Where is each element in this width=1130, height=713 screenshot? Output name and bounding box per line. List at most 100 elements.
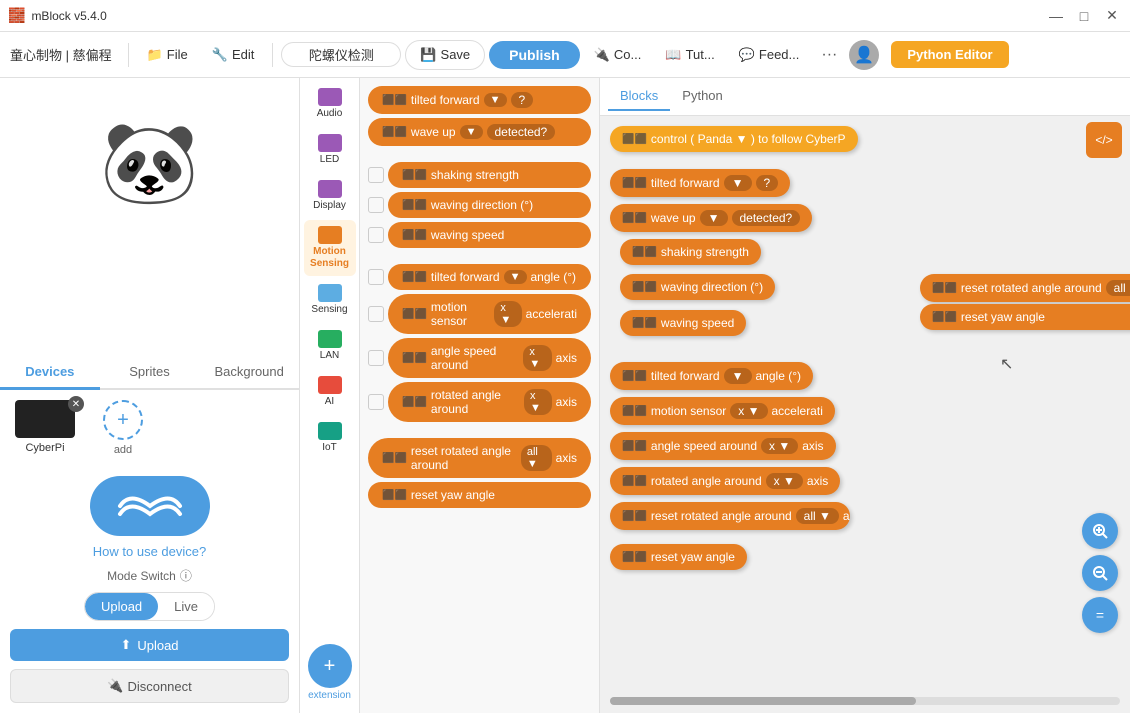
canvas-block-tilted-forward-angle[interactable]: ⬛⬛ tilted forward ▼ angle (°): [610, 362, 813, 390]
close-button[interactable]: ✕: [1102, 6, 1122, 26]
code-expand-button[interactable]: </>: [1086, 122, 1122, 158]
canvas-tab-blocks[interactable]: Blocks: [608, 82, 670, 111]
publish-button[interactable]: Publish: [489, 41, 580, 69]
tilted-forward-angle-canvas-block[interactable]: ⬛⬛ tilted forward ▼ angle (°): [610, 362, 813, 390]
block-item-tilted-forward[interactable]: ⬛⬛ tilted forward ▼ ?: [368, 86, 591, 114]
reset-rotated-block[interactable]: ⬛⬛ reset rotated angle around all ▼ axis: [368, 438, 591, 478]
canvas-block-rotated-angle[interactable]: ⬛⬛ rotated angle around x ▼ axis: [610, 467, 840, 495]
tilted-forward-dd[interactable]: ▼: [724, 175, 752, 191]
waving-speed-block[interactable]: ⬛⬛ waving speed: [388, 222, 591, 248]
block-item-shaking-strength[interactable]: ⬛⬛ shaking strength: [368, 162, 591, 188]
canvas-block-waving-direction[interactable]: ⬛⬛ waving direction (°): [620, 274, 775, 300]
maximize-button[interactable]: □: [1074, 6, 1094, 26]
tilted-forward-canvas-block[interactable]: ⬛⬛ tilted forward ▼ ?: [610, 169, 790, 197]
block-cat-sensing[interactable]: Sensing: [304, 278, 356, 322]
zoom-in-button[interactable]: [1082, 513, 1118, 549]
waving-direction-checkbox[interactable]: [368, 197, 384, 213]
block-item-motion-sensor[interactable]: ⬛⬛ motion sensor x ▼ accelerati: [368, 294, 591, 334]
rotated-angle-checkbox[interactable]: [368, 394, 384, 410]
tab-devices[interactable]: Devices: [0, 356, 100, 390]
how-to-use-link[interactable]: How to use device?: [93, 544, 206, 559]
block-item-reset-yaw[interactable]: ⬛⬛ reset yaw angle: [368, 482, 591, 508]
canvas-block-motion-sensor[interactable]: ⬛⬛ motion sensor x ▼ accelerati: [610, 397, 835, 425]
canvas-block-angle-speed[interactable]: ⬛⬛ angle speed around x ▼ axis: [610, 432, 836, 460]
rotated-angle-canvas-block[interactable]: ⬛⬛ rotated angle around x ▼ axis: [610, 467, 840, 495]
device-close-button[interactable]: ✕: [68, 396, 84, 412]
wave-up-dropdown[interactable]: ▼: [460, 125, 483, 139]
wave-up-dd[interactable]: ▼: [700, 210, 728, 226]
extension-button[interactable]: +: [308, 644, 352, 688]
block-cat-iot[interactable]: IoT: [304, 416, 356, 460]
connect-button[interactable]: 🔌 Co...: [584, 41, 652, 69]
block-item-waving-speed[interactable]: ⬛⬛ waving speed: [368, 222, 591, 248]
file-menu[interactable]: 📁 File: [137, 41, 198, 69]
reset-yaw-list-block[interactable]: ⬛⬛ reset yaw angle: [610, 544, 747, 570]
tilted-forward-angle-dropdown[interactable]: ▼: [504, 270, 527, 284]
canvas-scrollbar-thumb[interactable]: [610, 697, 916, 705]
block-item-waving-direction[interactable]: ⬛⬛ waving direction (°): [368, 192, 591, 218]
tutorial-button[interactable]: 📖 Tut...: [655, 41, 724, 69]
block-item-angle-speed[interactable]: ⬛⬛ angle speed around x ▼ axis: [368, 338, 591, 378]
wave-up-canvas-block[interactable]: ⬛⬛ wave up ▼ detected?: [610, 204, 812, 232]
reset-rotated-dropdown[interactable]: all ▼: [521, 445, 552, 471]
motion-sensor-dd-canvas[interactable]: x ▼: [730, 403, 767, 419]
zoom-reset-button[interactable]: =: [1082, 597, 1118, 633]
canvas-block-reset-rotated-list[interactable]: ⬛⬛ reset rotated angle around all ▼ a: [610, 502, 850, 530]
tilted-forward-dropdown[interactable]: ▼: [484, 93, 507, 107]
rotated-angle-block[interactable]: ⬛⬛ rotated angle around x ▼ axis: [388, 382, 591, 422]
reset-rotated-dd-list[interactable]: all ▼: [796, 508, 839, 524]
wave-up-block[interactable]: ⬛⬛ wave up ▼ detected?: [368, 118, 591, 146]
zoom-out-button[interactable]: [1082, 555, 1118, 591]
edit-menu[interactable]: 🔧 Edit: [202, 41, 265, 69]
motion-sensor-checkbox[interactable]: [368, 306, 384, 322]
block-cat-ai[interactable]: AI: [304, 370, 356, 414]
disconnect-button[interactable]: 🔌 Disconnect: [10, 669, 289, 703]
minimize-button[interactable]: —: [1046, 6, 1066, 26]
block-cat-display[interactable]: Display: [304, 174, 356, 218]
upload-action-button[interactable]: ⬆ Upload: [10, 629, 289, 661]
motion-sensor-canvas-block[interactable]: ⬛⬛ motion sensor x ▼ accelerati: [610, 397, 835, 425]
canvas-scrollbar[interactable]: [610, 697, 1120, 705]
reset-yaw-block[interactable]: ⬛⬛ reset yaw angle: [368, 482, 591, 508]
upload-mode-button[interactable]: Upload: [85, 593, 158, 620]
reset-rotated-list-block[interactable]: ⬛⬛ reset rotated angle around all ▼ a: [610, 502, 850, 530]
shaking-strength-canvas-block[interactable]: ⬛⬛ shaking strength: [620, 239, 761, 265]
block-cat-motion[interactable]: Motion Sensing: [304, 220, 356, 276]
angle-speed-checkbox[interactable]: [368, 350, 384, 366]
rotated-angle-dd-canvas[interactable]: x ▼: [766, 473, 803, 489]
save-button[interactable]: 💾 Save: [405, 40, 485, 70]
user-avatar[interactable]: 👤: [849, 40, 879, 70]
waving-speed-canvas-block[interactable]: ⬛⬛ waving speed: [620, 310, 746, 336]
waving-direction-canvas-block[interactable]: ⬛⬛ waving direction (°): [620, 274, 775, 300]
canvas-tab-python[interactable]: Python: [670, 82, 734, 111]
cyberpi-device-card[interactable]: ✕ CyberPi: [10, 400, 80, 456]
live-mode-button[interactable]: Live: [158, 593, 214, 620]
block-item-tilted-forward-angle[interactable]: ⬛⬛ tilted forward ▼ angle (°): [368, 264, 591, 290]
canvas-block-waving-speed[interactable]: ⬛⬛ waving speed: [620, 310, 746, 336]
tab-sprites[interactable]: Sprites: [100, 356, 200, 390]
canvas-block-wave-up[interactable]: ⬛⬛ wave up ▼ detected?: [610, 204, 812, 232]
block-item-reset-rotated[interactable]: ⬛⬛ reset rotated angle around all ▼ axis: [368, 438, 591, 478]
shaking-strength-block[interactable]: ⬛⬛ shaking strength: [388, 162, 591, 188]
tab-background[interactable]: Background: [199, 356, 299, 390]
angle-speed-dd-canvas[interactable]: x ▼: [761, 438, 798, 454]
waving-direction-block[interactable]: ⬛⬛ waving direction (°): [388, 192, 591, 218]
canvas-block-shaking-strength[interactable]: ⬛⬛ shaking strength: [620, 239, 761, 265]
waving-speed-checkbox[interactable]: [368, 227, 384, 243]
canvas-control-block[interactable]: ⬛⬛ control ( Panda ▼ ) to follow CyberP: [610, 126, 858, 152]
add-device-button[interactable]: +: [103, 400, 143, 440]
block-cat-lan[interactable]: LAN: [304, 324, 356, 368]
block-item-rotated-angle[interactable]: ⬛⬛ rotated angle around x ▼ axis: [368, 382, 591, 422]
project-name-input[interactable]: [281, 42, 401, 67]
more-button[interactable]: ···: [813, 40, 845, 70]
block-cat-led[interactable]: LED: [304, 128, 356, 172]
block-cat-audio[interactable]: Audio: [304, 82, 356, 126]
motion-sensor-block[interactable]: ⬛⬛ motion sensor x ▼ accelerati: [388, 294, 591, 334]
motion-sensor-dropdown[interactable]: x ▼: [494, 301, 521, 327]
python-editor-button[interactable]: Python Editor: [891, 41, 1008, 68]
angle-speed-canvas-block[interactable]: ⬛⬛ angle speed around x ▼ axis: [610, 432, 836, 460]
feedback-button[interactable]: 💬 Feed...: [729, 41, 810, 69]
tilted-forward-angle-block[interactable]: ⬛⬛ tilted forward ▼ angle (°): [388, 264, 591, 290]
control-block-pill[interactable]: ⬛⬛ control ( Panda ▼ ) to follow CyberP: [610, 126, 858, 152]
tilted-forward-angle-checkbox[interactable]: [368, 269, 384, 285]
